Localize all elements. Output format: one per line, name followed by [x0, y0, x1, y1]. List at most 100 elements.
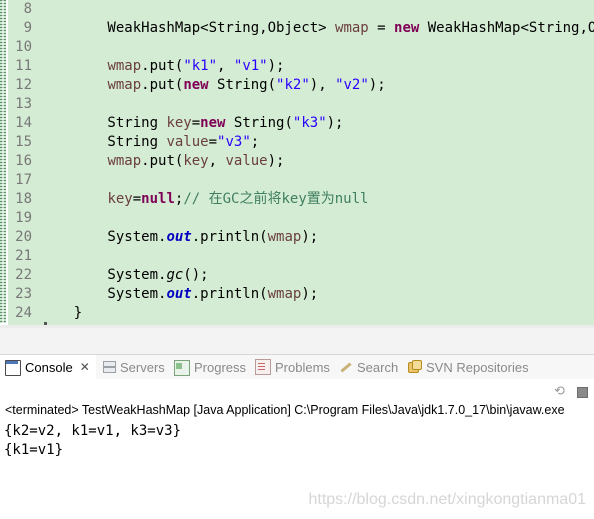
- code-token: out: [166, 229, 192, 245]
- code-area[interactable]: 8 9 WeakHashMap<String,Object> wmap = new…: [8, 0, 594, 325]
- code-token: System.: [40, 286, 167, 302]
- code-token: "k3": [292, 115, 327, 131]
- tab-svn-repositories-label: SVN Repositories: [426, 359, 529, 375]
- tab-progress-label: Progress: [194, 359, 247, 375]
- line-number: 17: [15, 172, 32, 188]
- code-token: .println(: [191, 286, 268, 302]
- code-token: wmap: [107, 77, 142, 93]
- code-token: );: [326, 115, 344, 131]
- line-number: 20: [15, 229, 32, 245]
- code-line[interactable]: 13: [8, 95, 594, 114]
- tab-progress[interactable]: Progress: [174, 355, 246, 379]
- code-token: // 在GC之前将key置为null: [183, 191, 369, 207]
- code-line[interactable]: 18 key=null;// 在GC之前将key置为null: [8, 190, 594, 209]
- code-line[interactable]: 17: [8, 171, 594, 190]
- code-line[interactable]: 21: [8, 247, 594, 266]
- close-icon[interactable]: ✕: [80, 361, 90, 373]
- watermark: https://blog.csdn.net/xingkongtianma01: [308, 491, 586, 508]
- problems-icon: [255, 359, 271, 375]
- code-token: .put(: [141, 77, 184, 93]
- code-token: =: [132, 191, 142, 207]
- code-line[interactable]: 9 WeakHashMap<String,Object> wmap = new …: [8, 19, 594, 38]
- code-token: null: [141, 191, 175, 207]
- line-number: 8: [23, 1, 32, 17]
- code-token: new: [200, 115, 226, 131]
- code-token: WeakHashMap<String,Object>();: [427, 20, 594, 36]
- tab-problems[interactable]: Problems: [255, 355, 330, 379]
- code-token: new: [183, 77, 209, 93]
- code-token: wmap: [107, 153, 142, 169]
- code-token: String(: [225, 115, 293, 131]
- code-token: gc: [166, 267, 184, 283]
- code-editor[interactable]: 8 9 WeakHashMap<String,Object> wmap = new…: [0, 0, 594, 328]
- tab-servers[interactable]: Servers: [102, 355, 165, 379]
- code-token: value: [225, 153, 268, 169]
- code-token: new: [394, 20, 420, 36]
- line-number: 22: [15, 267, 32, 283]
- code-token: ,: [208, 153, 226, 169]
- code-token: .println(: [191, 229, 268, 245]
- line-number: 18: [15, 191, 32, 207]
- progress-icon: [174, 360, 190, 376]
- code-token: ;: [250, 134, 260, 150]
- code-token: wmap: [335, 20, 369, 36]
- code-token: String: [40, 134, 167, 150]
- code-token: );: [267, 58, 285, 74]
- code-line[interactable]: 22 System.gc();: [8, 266, 594, 285]
- tab-console[interactable]: Console ✕: [0, 355, 96, 379]
- code-line[interactable]: 23 System.out.println(wmap);: [8, 285, 594, 304]
- code-line[interactable]: 24 }: [8, 304, 594, 323]
- code-token: out: [166, 286, 192, 302]
- line-number: 11: [15, 58, 32, 74]
- code-token: String: [40, 115, 167, 131]
- console-toolbar: ⟲: [0, 380, 594, 402]
- tab-search[interactable]: Search: [339, 355, 398, 379]
- code-token: WeakHashMap<String,Object>: [40, 20, 336, 36]
- code-line[interactable]: 8: [8, 0, 594, 19]
- code-line[interactable]: 20 System.out.println(wmap);: [8, 228, 594, 247]
- line-number: 12: [15, 77, 32, 93]
- console-icon: [5, 360, 21, 376]
- code-line[interactable]: 14 String key=new String("k3");: [8, 114, 594, 133]
- tab-search-label: Search: [357, 359, 399, 375]
- code-token: "v1": [233, 58, 268, 74]
- terminate-icon[interactable]: [577, 387, 588, 398]
- code-line[interactable]: 15 String value="v3";: [8, 133, 594, 152]
- code-line[interactable]: 12 wmap.put(new String("k2"), "v2");: [8, 76, 594, 95]
- line-number: 19: [15, 210, 32, 226]
- code-line[interactable]: 19: [8, 209, 594, 228]
- code-token: "k1": [183, 58, 218, 74]
- code-token: =: [208, 134, 218, 150]
- code-token: System.: [40, 229, 167, 245]
- code-line[interactable]: 11 wmap.put("k1", "v1");: [8, 57, 594, 76]
- code-token: );: [368, 77, 386, 93]
- code-token: "v3": [217, 134, 251, 150]
- code-token: ),: [309, 77, 336, 93]
- code-line[interactable]: 10: [8, 38, 594, 57]
- console-output-line: {k2=v2, k1=v1, k3=v3}: [4, 423, 182, 439]
- code-token: ,: [217, 58, 234, 74]
- line-number: 15: [15, 134, 32, 150]
- line-number: 23: [15, 286, 32, 302]
- line-number: 9: [23, 20, 32, 36]
- code-token: String(: [208, 77, 277, 93]
- code-token: );: [301, 286, 319, 302]
- line-number: 13: [15, 96, 32, 112]
- tab-problems-label: Problems: [275, 359, 330, 375]
- line-number: 14: [15, 115, 32, 131]
- svn-repositories-icon: [408, 360, 422, 374]
- tab-servers-label: Servers: [120, 359, 165, 375]
- tab-svn-repositories[interactable]: SVN Repositories: [408, 355, 529, 379]
- code-line[interactable]: 16 wmap.put(key, value);: [8, 152, 594, 171]
- pin-console-icon[interactable]: ⟲: [553, 385, 566, 398]
- code-token: );: [301, 229, 319, 245]
- code-token: );: [267, 153, 285, 169]
- servers-icon: [102, 360, 116, 374]
- search-icon: [339, 360, 353, 374]
- code-token: System.: [40, 267, 167, 283]
- code-token: "k2": [276, 77, 310, 93]
